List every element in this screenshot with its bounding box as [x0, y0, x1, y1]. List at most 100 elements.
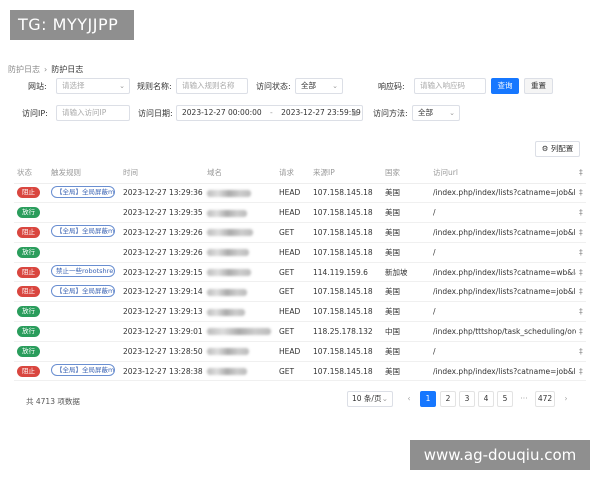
rule-tag[interactable]: 【全局】全局屏蔽my-ti	[51, 225, 115, 238]
time-cell: 2023-12-27 13:28:38	[120, 361, 204, 382]
access-method-label: 访问方法:	[373, 108, 408, 118]
page-button-last[interactable]: 472	[535, 391, 555, 407]
status-badge: 阻止	[17, 286, 40, 298]
row-more-icon[interactable]: ‡	[576, 321, 586, 342]
breadcrumb: 防护日志 › 防护日志	[8, 64, 83, 75]
query-button[interactable]: 查询	[491, 78, 519, 94]
table-row: 阻止【全局】全局屏蔽my-ti 2023-12-27 13:29:14 GET107…	[14, 281, 586, 303]
country-cell: 美国	[382, 242, 430, 263]
rule-tag[interactable]: 【全局】全局屏蔽my-ti	[51, 364, 115, 377]
breadcrumb-current: 防护日志	[51, 65, 84, 74]
redacted-domain	[207, 229, 253, 237]
country-cell: 美国	[382, 301, 430, 323]
status-badge: 放行	[17, 207, 40, 219]
table-row: 放行 2023-12-27 13:29:35 HEAD 107.158.145.18 美…	[14, 202, 586, 224]
row-more-icon[interactable]: ‡	[576, 202, 586, 224]
breadcrumb-separator: ›	[44, 65, 48, 74]
row-more-icon[interactable]: ‡	[576, 183, 586, 204]
country-cell: 美国	[382, 281, 430, 303]
method-cell: HEAD	[276, 341, 310, 362]
page-ellipsis[interactable]: ···	[516, 391, 532, 407]
page-button[interactable]: 3	[459, 391, 475, 407]
access-ip-label: 访问IP:	[22, 108, 48, 118]
time-cell: 2023-12-27 13:29:13	[120, 301, 204, 323]
row-more-icon[interactable]: ‡	[576, 281, 586, 303]
country-cell: 美国	[382, 361, 430, 382]
table-row: 阻止 禁止一些robotshrefs 2023-12-27 13:29:15 GET 1…	[14, 262, 586, 283]
time-cell: 2023-12-27 13:29:01	[120, 321, 204, 342]
status-badge: 阻止	[17, 266, 40, 278]
url-cell: /index.php/index/lists?catname=job&la	[430, 222, 576, 243]
access-method-select[interactable]: 全部 ⌄	[412, 105, 460, 121]
page-button[interactable]: 2	[440, 391, 456, 407]
ip-cell: 107.158.145.18	[310, 242, 382, 263]
time-cell: 2023-12-27 13:29:35	[120, 202, 204, 224]
rule-name-label: 规则名称:	[137, 81, 172, 91]
ip-cell: 107.158.145.18	[310, 301, 382, 323]
row-more-icon[interactable]: ‡	[576, 341, 586, 362]
watermark-top: TG: MYYJJPP	[10, 10, 134, 40]
row-more-icon[interactable]: ‡	[576, 301, 586, 323]
date-separator: -	[270, 108, 273, 117]
country-cell: 中国	[382, 321, 430, 342]
ip-cell: 107.158.145.18	[310, 183, 382, 204]
access-ip-input[interactable]: 请输入访问IP	[56, 105, 130, 121]
status-badge: 放行	[17, 246, 40, 258]
redacted-domain	[207, 249, 249, 257]
page-size-select[interactable]: 10 条/页 ⌄	[347, 391, 393, 407]
ip-cell: 118.25.178.132	[310, 321, 382, 342]
rule-tag[interactable]: 【全局】全局屏蔽my-ti	[51, 185, 115, 198]
method-cell: HEAD	[276, 301, 310, 323]
status-badge: 阻止	[17, 187, 40, 199]
redacted-domain	[207, 308, 245, 316]
page-button[interactable]: 1	[420, 391, 436, 407]
table-body: 阻止【全局】全局屏蔽my-ti2023-12-27 13:29:36HEAD10…	[14, 183, 586, 382]
time-cell: 2023-12-27 13:29:14	[120, 281, 204, 303]
row-more-icon[interactable]: ‡	[576, 222, 586, 243]
access-status-select[interactable]: 全部 ⌄	[295, 78, 343, 94]
url-cell: /	[430, 242, 576, 263]
page-button[interactable]: 5	[497, 391, 513, 407]
redacted-domain	[207, 209, 247, 217]
row-more-icon[interactable]: ‡	[576, 242, 586, 263]
date-range-picker[interactable]: 2023-12-27 00:00:00 - 2023-12-27 23:59:5…	[176, 105, 363, 121]
next-page-button[interactable]: ›	[558, 391, 574, 407]
prev-page-button[interactable]: ‹	[401, 391, 417, 407]
method-cell: GET	[276, 281, 310, 303]
column-header: 触发规则	[48, 163, 120, 184]
reset-button[interactable]: 重置	[524, 78, 553, 94]
table-row: 阻止【全局】全局屏蔽my-ti 2023-12-27 13:29:26 GET107…	[14, 222, 586, 243]
ip-cell: 107.158.145.18	[310, 341, 382, 362]
table-header: 状态 触发规则 时间 域名 请求 来源IP 国家 访问url ‡	[14, 163, 586, 184]
redacted-domain	[207, 288, 247, 296]
row-more-icon[interactable]: ‡	[576, 361, 586, 382]
total-count: 共 4713 项数据	[26, 397, 80, 406]
country-cell: 美国	[382, 183, 430, 204]
url-cell: /index.php/index/lists?catname=wb&la	[430, 262, 576, 283]
column-config-button[interactable]: ⚙ 列配置	[535, 141, 580, 157]
ip-cell: 107.158.145.18	[310, 281, 382, 303]
response-code-label: 响应码:	[378, 81, 405, 91]
rule-tag[interactable]: 禁止一些robotshrefs	[51, 265, 115, 278]
column-header: 请求	[276, 163, 310, 184]
country-cell: 美国	[382, 202, 430, 224]
url-cell: /index.php/index/lists?catname=job&la	[430, 281, 576, 303]
row-more-icon[interactable]: ‡	[576, 262, 586, 283]
method-cell: GET	[276, 361, 310, 382]
column-header: 访问url	[430, 163, 576, 184]
chevron-down-icon: ⌄	[381, 394, 388, 403]
method-cell: HEAD	[276, 242, 310, 263]
date-end: 2023-12-27 23:59:59	[281, 108, 361, 117]
chevron-down-icon: ⌄	[449, 109, 455, 117]
site-select[interactable]: 请选择 ⌄	[56, 78, 130, 94]
method-cell: GET	[276, 262, 310, 283]
page-button[interactable]: 4	[478, 391, 494, 407]
ip-cell: 107.158.145.18	[310, 222, 382, 243]
access-status-label: 访问状态:	[256, 81, 291, 91]
redacted-domain	[207, 189, 251, 197]
rule-name-input[interactable]: 请输入规则名称	[176, 78, 248, 94]
rule-tag[interactable]: 【全局】全局屏蔽my-ti	[51, 284, 115, 297]
country-cell: 美国	[382, 341, 430, 362]
breadcrumb-parent[interactable]: 防护日志	[8, 64, 40, 75]
response-code-input[interactable]: 请输入响应码	[414, 78, 486, 94]
